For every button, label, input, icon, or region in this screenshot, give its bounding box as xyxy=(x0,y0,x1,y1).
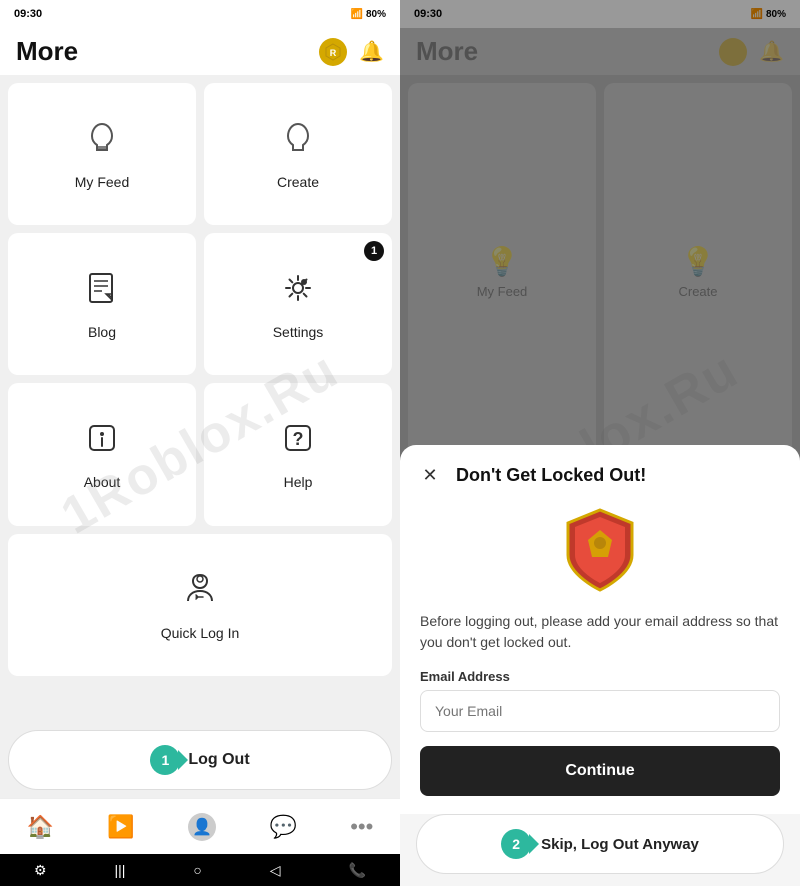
logout-label: Log Out xyxy=(188,751,249,769)
about-icon xyxy=(82,418,122,466)
quick-login-icon xyxy=(180,569,220,617)
modal-title: Don't Get Locked Out! xyxy=(456,465,646,486)
modal-header: ✕ Don't Get Locked Out! xyxy=(400,445,800,497)
skip-button[interactable]: 2 Skip, Log Out Anyway xyxy=(416,814,784,874)
menu-item-quick-login[interactable]: Quick Log In xyxy=(8,534,392,676)
status-bar-left: 09:30 📶 80% xyxy=(0,0,400,28)
logout-row: 1 Log Out xyxy=(0,722,400,798)
page-title-left: More xyxy=(16,36,78,67)
status-time-left: 09:30 xyxy=(14,8,42,20)
android-call-icon[interactable]: 📞 xyxy=(349,862,366,879)
create-label: Create xyxy=(277,174,319,190)
help-icon: ? xyxy=(278,418,318,466)
modal-body: Before logging out, please add your emai… xyxy=(400,505,800,814)
email-label: Email Address xyxy=(420,669,780,684)
step-badge-2: 2 xyxy=(501,829,531,859)
android-recents-icon[interactable]: ◁ xyxy=(270,862,281,879)
shield-icon xyxy=(560,505,640,595)
menu-grid-left: My Feed Create xyxy=(0,75,400,722)
logout-button[interactable]: 1 Log Out xyxy=(8,730,392,790)
settings-icon xyxy=(278,268,318,316)
nav-avatar[interactable]: 👤 xyxy=(188,813,216,841)
android-home-icon[interactable]: ○ xyxy=(193,862,201,878)
my-feed-label: My Feed xyxy=(75,174,129,190)
menu-item-my-feed[interactable]: My Feed xyxy=(8,83,196,225)
locked-out-modal: ✕ Don't Get Locked Out! xyxy=(400,445,800,886)
my-feed-icon xyxy=(82,118,122,166)
settings-badge: 1 xyxy=(364,241,384,261)
settings-label: Settings xyxy=(273,324,324,340)
robux-icon[interactable]: R xyxy=(319,38,347,66)
help-label: Help xyxy=(284,474,313,490)
modal-overlay: ✕ Don't Get Locked Out! xyxy=(400,0,800,886)
svg-text:R: R xyxy=(330,48,337,58)
about-label: About xyxy=(84,474,121,490)
nav-play-icon[interactable]: ▶️ xyxy=(107,814,134,840)
blog-icon xyxy=(82,268,122,316)
android-back-icon[interactable]: ||| xyxy=(114,862,125,878)
step-badge-1: 1 xyxy=(150,745,180,775)
menu-item-create[interactable]: Create xyxy=(204,83,392,225)
svg-text:?: ? xyxy=(293,429,304,449)
left-phone: 09:30 📶 80% More R 🔔 xyxy=(0,0,400,886)
notification-bell-icon[interactable]: 🔔 xyxy=(359,39,384,64)
menu-item-help[interactable]: ? Help xyxy=(204,383,392,525)
nav-chat-icon[interactable]: 💬 xyxy=(269,814,296,840)
nav-home-icon[interactable]: 🏠 xyxy=(27,814,54,840)
skip-label: Skip, Log Out Anyway xyxy=(541,836,699,853)
header-icons-left: R 🔔 xyxy=(319,38,384,66)
menu-item-blog[interactable]: Blog xyxy=(8,233,196,375)
bottom-nav-left: 🏠 ▶️ 👤 💬 ••• xyxy=(0,798,400,854)
menu-item-about[interactable]: About xyxy=(8,383,196,525)
blog-label: Blog xyxy=(88,324,116,340)
status-icons-left: 📶 80% xyxy=(351,9,386,20)
email-input[interactable] xyxy=(420,690,780,732)
android-nav-left: ⚙ ||| ○ ◁ 📞 xyxy=(0,854,400,886)
nav-more-icon[interactable]: ••• xyxy=(350,814,373,840)
android-settings-icon[interactable]: ⚙ xyxy=(34,862,47,879)
app-header-left: More R 🔔 xyxy=(0,28,400,75)
continue-button[interactable]: Continue xyxy=(420,746,780,796)
shield-container xyxy=(420,505,780,595)
menu-item-settings[interactable]: 1 Settings xyxy=(204,233,392,375)
modal-description: Before logging out, please add your emai… xyxy=(420,611,780,653)
right-phone: 09:30 📶 80% More 🔔 💡 My Feed 💡 Create xyxy=(400,0,800,886)
create-icon xyxy=(278,118,318,166)
quick-login-label: Quick Log In xyxy=(161,625,240,641)
modal-close-button[interactable]: ✕ xyxy=(416,461,444,489)
skip-row: 2 Skip, Log Out Anyway xyxy=(400,814,800,886)
